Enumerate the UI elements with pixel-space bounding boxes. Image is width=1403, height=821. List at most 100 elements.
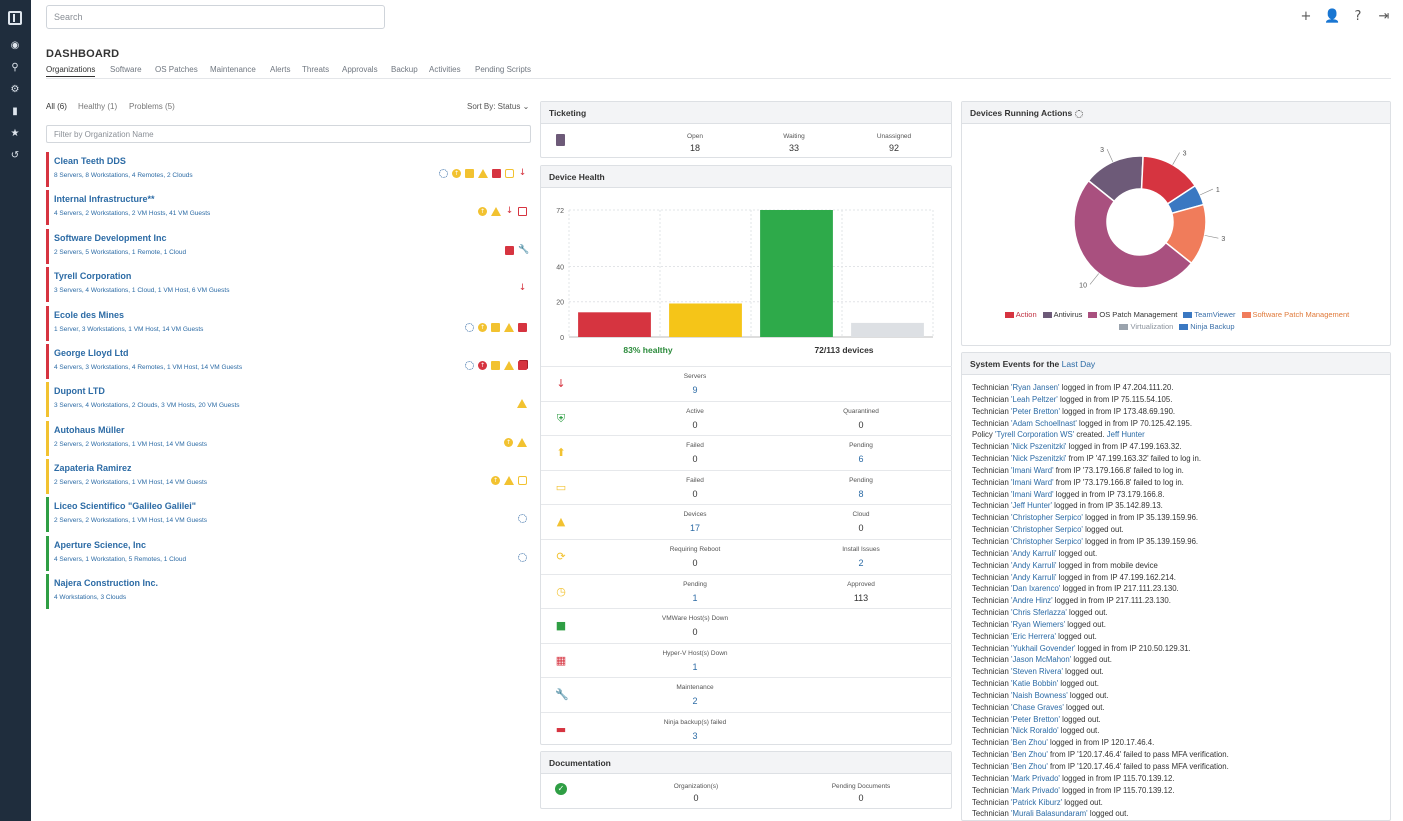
filter-problems[interactable]: Problems (5) [129, 102, 175, 111]
event-subject-link[interactable]: 'Andy Karruli' [1011, 549, 1056, 558]
event-subject-link[interactable]: 'Ryan Wiemers' [1011, 620, 1065, 629]
warning-icon[interactable] [517, 398, 527, 408]
event-subject-link[interactable]: 'Imani Ward' [1011, 490, 1054, 499]
event-subject-link[interactable]: 'Tyrell Corporation WS' [995, 430, 1074, 439]
server-down-icon[interactable]: ↓ [518, 283, 527, 293]
tab-backup[interactable]: Backup [391, 65, 418, 74]
app-logo-icon[interactable] [8, 11, 22, 25]
event-subject-link[interactable]: 'Ben Zhou' [1011, 750, 1048, 759]
event-subject-link[interactable]: 'Imani Ward' [1011, 478, 1054, 487]
backup-failed-icon[interactable] [505, 245, 514, 255]
event-subject-link[interactable]: 'Eric Herrera' [1011, 632, 1056, 641]
org-name[interactable]: Internal Infrastructure** [54, 194, 155, 204]
pending-spinner-icon[interactable] [465, 360, 474, 370]
org-name[interactable]: Aperture Science, Inc [54, 540, 146, 550]
search-input[interactable] [46, 5, 385, 29]
pending-documents-count[interactable]: 0 [858, 793, 863, 803]
agent-icon[interactable] [505, 168, 514, 178]
server-down-icon[interactable]: ↓ [505, 206, 514, 216]
event-subject-link[interactable]: 'Andy Karruli' [1011, 573, 1056, 582]
health-value[interactable]: 9 [692, 385, 697, 395]
patch-pending-icon[interactable]: ↑ [478, 206, 487, 216]
settings-gear-icon[interactable]: ⚙ [9, 84, 21, 96]
logout-icon[interactable]: ⇥ [1376, 9, 1392, 25]
event-subject-link[interactable]: 'Nick Pszenitzki' [1011, 454, 1066, 463]
legend-item[interactable]: OS Patch Management [1088, 310, 1177, 319]
event-subject-link[interactable]: 'Ben Zhou' [1011, 738, 1048, 747]
org-name[interactable]: Zapateria Ramirez [54, 463, 132, 473]
legend-item[interactable]: TeamViewer [1183, 310, 1236, 319]
event-subject-link[interactable]: 'Peter Bretton' [1011, 407, 1060, 416]
event-subject-link[interactable]: 'Ben Zhou' [1011, 762, 1048, 771]
software-patch-icon[interactable] [491, 322, 500, 332]
event-subject-link[interactable]: 'Nick Pszenitzki' [1011, 442, 1066, 451]
event-subject-link[interactable]: 'Andy Karruli' [1011, 561, 1056, 570]
org-row[interactable]: Autohaus Müller 2 Servers, 2 Workstation… [46, 421, 531, 456]
legend-item[interactable]: Virtualization [1119, 322, 1173, 331]
org-row[interactable]: George Lloyd Ltd 4 Servers, 3 Workstatio… [46, 344, 531, 379]
tab-threats[interactable]: Threats [302, 65, 329, 74]
event-subject-link[interactable]: 'Chase Graves' [1011, 703, 1064, 712]
waiting-count[interactable]: 33 [789, 143, 799, 153]
health-value[interactable]: 0 [858, 420, 863, 430]
org-row[interactable]: Dupont LTD 3 Servers, 4 Workstations, 2 … [46, 382, 531, 417]
org-row[interactable]: Liceo Scientifico "Galileo Galilei" 2 Se… [46, 497, 531, 532]
filter-healthy[interactable]: Healthy (1) [78, 102, 117, 111]
health-value[interactable]: 8 [858, 489, 863, 499]
tab-alerts[interactable]: Alerts [270, 65, 290, 74]
event-subject-link[interactable]: 'Chris Sferlazza' [1011, 608, 1067, 617]
org-name[interactable]: Liceo Scientifico "Galileo Galilei" [54, 501, 196, 511]
tab-os-patches[interactable]: OS Patches [155, 65, 198, 74]
org-name[interactable]: Autohaus Müller [54, 425, 125, 435]
events-period-link[interactable]: Last Day [1062, 359, 1096, 369]
hyperv-down-icon[interactable] [518, 206, 527, 216]
maintenance-wrench-icon[interactable]: 🔧 [518, 245, 529, 255]
event-subject-link[interactable]: 'Steven Rivera' [1011, 667, 1063, 676]
event-subject-link[interactable]: 'Adam Schoellnast' [1011, 419, 1077, 428]
health-value[interactable]: 0 [692, 454, 697, 464]
warning-icon[interactable] [517, 437, 527, 447]
event-subject-link[interactable]: 'Christopher Serpico' [1011, 513, 1083, 522]
org-row[interactable]: Zapateria Ramirez 2 Servers, 2 Workstati… [46, 459, 531, 494]
open-count[interactable]: 18 [690, 143, 700, 153]
event-subject-link[interactable]: 'Mark Privado' [1011, 774, 1060, 783]
event-actor-link[interactable]: Jeff Hunter [1107, 430, 1145, 439]
health-value[interactable]: 0 [692, 420, 697, 430]
org-name[interactable]: Tyrell Corporation [54, 271, 131, 281]
sort-by-dropdown[interactable]: Sort By: Status ⌄ [467, 102, 529, 111]
vmware-down-icon[interactable] [518, 360, 527, 370]
history-icon[interactable]: ↺ [9, 150, 21, 162]
patch-failed-icon[interactable]: ↑ [478, 360, 487, 370]
org-row[interactable]: Aperture Science, Inc 4 Servers, 1 Works… [46, 536, 531, 571]
health-value[interactable]: 2 [692, 696, 697, 706]
dashboard-icon[interactable]: ◉ [9, 40, 21, 52]
pending-spinner-icon[interactable] [518, 552, 527, 562]
event-subject-link[interactable]: 'Murali Balasundaram' [1011, 809, 1088, 818]
event-subject-link[interactable]: 'Jeff Hunter' [1011, 501, 1052, 510]
warning-icon[interactable] [478, 168, 488, 178]
event-subject-link[interactable]: 'Jason McMahon' [1011, 655, 1071, 664]
tab-software[interactable]: Software [110, 65, 142, 74]
health-value[interactable]: 1 [692, 593, 697, 603]
event-subject-link[interactable]: 'Ryan Jansen' [1011, 383, 1060, 392]
unassigned-count[interactable]: 92 [889, 143, 899, 153]
health-value[interactable]: 113 [854, 593, 868, 603]
warning-icon[interactable] [504, 360, 514, 370]
event-subject-link[interactable]: 'Christopher Serpico' [1011, 537, 1083, 546]
organization-filter-input[interactable] [46, 125, 531, 143]
patch-pending-icon[interactable]: ↑ [491, 475, 500, 485]
health-value[interactable]: 0 [692, 558, 697, 568]
warning-icon[interactable] [504, 322, 514, 332]
org-row[interactable]: Clean Teeth DDS 8 Servers, 8 Workstation… [46, 152, 531, 187]
software-patch-icon[interactable] [491, 360, 500, 370]
org-name[interactable]: Ecole des Mines [54, 310, 124, 320]
server-down-icon[interactable]: ↓ [518, 168, 527, 178]
filter-all[interactable]: All (6) [46, 102, 67, 111]
event-subject-link[interactable]: 'Andre Hinz' [1011, 596, 1053, 605]
event-subject-link[interactable]: 'Naish Bowness' [1011, 691, 1068, 700]
tab-maintenance[interactable]: Maintenance [210, 65, 256, 74]
backup-failed-icon[interactable] [492, 168, 501, 178]
event-subject-link[interactable]: 'Dan Ixarenco' [1011, 584, 1060, 593]
event-subject-link[interactable]: 'Katie Bobbin' [1011, 679, 1058, 688]
user-settings-icon[interactable]: 👤 [1324, 9, 1340, 25]
